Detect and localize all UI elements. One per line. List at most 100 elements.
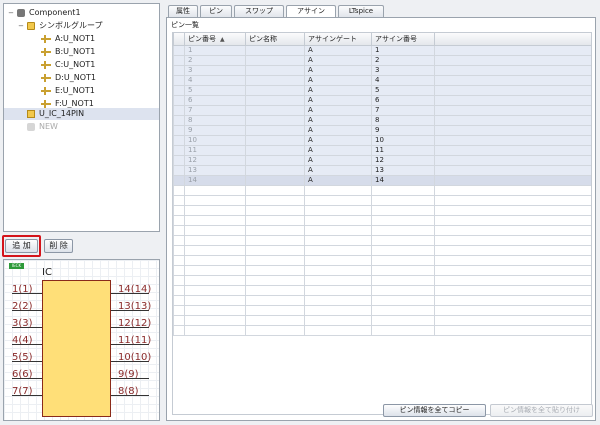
assign-number-cell[interactable]: 14 — [371, 174, 435, 186]
tree-item-gate-e[interactable]: E:U_NOT1 — [41, 85, 95, 97]
row-selector[interactable] — [173, 144, 185, 156]
pin-number-cell[interactable]: 2 — [184, 54, 246, 66]
pin-grid[interactable]: ピン番号 ▲ ピン名称 アサインゲート アサイン番号 1A12A23A34A45A… — [172, 32, 592, 415]
copy-all-pins-button[interactable]: ピン情報を全てコピー — [383, 404, 486, 417]
pin-name-cell[interactable] — [245, 54, 305, 66]
column-header-assign-gate[interactable]: アサインゲート — [304, 33, 372, 46]
tree-item-gate-b[interactable]: B:U_NOT1 — [41, 46, 95, 58]
tab-swap[interactable]: スワップ — [234, 5, 284, 17]
row-selector[interactable] — [173, 74, 185, 86]
column-header-assign-number[interactable]: アサイン番号 — [371, 33, 435, 46]
pin-number-cell[interactable]: 11 — [184, 144, 246, 156]
table-row[interactable]: 11 A 11 — [173, 144, 591, 156]
assign-number-cell[interactable]: 2 — [371, 54, 435, 66]
assign-gate-cell[interactable]: A — [304, 124, 372, 136]
component-tree[interactable]: − Component1 − シンボルグループ A:U_NOT1 B:U_NOT… — [3, 3, 160, 232]
paste-all-pins-button[interactable]: ピン情報を全て貼り付け — [490, 404, 593, 417]
assign-gate-cell[interactable]: A — [304, 174, 372, 186]
table-row[interactable]: 3A3 — [173, 64, 591, 76]
assign-gate-cell[interactable]: A — [304, 164, 372, 176]
delete-button[interactable]: 削 除 — [44, 239, 73, 253]
pin-name-cell[interactable] — [245, 74, 305, 86]
tree-item-component[interactable]: − Component1 — [7, 7, 81, 19]
pin-number-cell[interactable]: 4 — [184, 74, 246, 86]
pin-name-cell[interactable] — [245, 64, 305, 76]
table-row[interactable]: 2A2 — [173, 54, 591, 66]
row-selector[interactable] — [173, 104, 185, 116]
pin-number-cell[interactable]: 5 — [184, 84, 246, 96]
tab-ltspice[interactable]: LTspice — [338, 5, 384, 17]
pin-name-cell[interactable] — [245, 114, 305, 126]
assign-gate-cell[interactable]: A — [304, 44, 372, 56]
assign-gate-cell[interactable]: A — [304, 134, 372, 146]
row-selector[interactable] — [173, 94, 185, 106]
collapse-icon[interactable]: − — [17, 22, 25, 30]
assign-number-cell[interactable]: 12 — [371, 154, 435, 166]
assign-gate-cell[interactable]: A — [304, 114, 372, 126]
table-row[interactable]: 14 A 14 — [173, 174, 591, 186]
assign-number-cell[interactable]: 5 — [371, 84, 435, 96]
pin-number-cell[interactable]: 1 — [184, 44, 246, 56]
row-selector[interactable] — [173, 54, 185, 66]
assign-gate-cell[interactable]: A — [304, 64, 372, 76]
table-row[interactable]: 5A5 — [173, 84, 591, 96]
pin-name-cell[interactable] — [245, 94, 305, 106]
pin-name-cell[interactable] — [245, 124, 305, 136]
pin-number-cell[interactable]: 8 — [184, 114, 246, 126]
assign-gate-cell[interactable]: A — [304, 154, 372, 166]
row-selector[interactable] — [173, 174, 185, 186]
assign-number-cell[interactable]: 6 — [371, 94, 435, 106]
pin-number-cell[interactable]: 10 — [184, 134, 246, 146]
assign-number-cell[interactable]: 8 — [371, 114, 435, 126]
row-selector[interactable] — [173, 64, 185, 76]
row-selector[interactable] — [173, 114, 185, 126]
table-row[interactable]: 12 A 12 — [173, 154, 591, 166]
row-selector[interactable] — [173, 84, 185, 96]
assign-gate-cell[interactable]: A — [304, 74, 372, 86]
assign-number-cell[interactable]: 10 — [371, 134, 435, 146]
pin-name-cell[interactable] — [245, 164, 305, 176]
tree-item-ic[interactable]: U_IC_14PIN — [4, 108, 159, 120]
assign-number-cell[interactable]: 13 — [371, 164, 435, 176]
assign-number-cell[interactable]: 7 — [371, 104, 435, 116]
collapse-icon[interactable]: − — [7, 9, 15, 17]
pin-number-cell[interactable]: 3 — [184, 64, 246, 76]
pin-number-cell[interactable]: 14 — [184, 174, 246, 186]
table-row[interactable]: 6A6 — [173, 94, 591, 106]
table-row[interactable]: 9A9 — [173, 124, 591, 136]
add-button[interactable]: 追 加 — [5, 239, 38, 253]
table-row[interactable]: 10 A 10 — [173, 134, 591, 146]
tree-item-new[interactable]: NEW — [27, 121, 58, 133]
tree-item-gate-d[interactable]: D:U_NOT1 — [41, 72, 96, 84]
pin-name-cell[interactable] — [245, 84, 305, 96]
assign-gate-cell[interactable]: A — [304, 104, 372, 116]
tree-item-gate-a[interactable]: A:U_NOT1 — [41, 33, 95, 45]
pin-name-cell[interactable] — [245, 44, 305, 56]
column-header-pin-number[interactable]: ピン番号 ▲ — [184, 33, 246, 46]
pin-number-cell[interactable]: 7 — [184, 104, 246, 116]
pin-number-cell[interactable]: 13 — [184, 164, 246, 176]
row-selector[interactable] — [173, 134, 185, 146]
table-row[interactable]: 8A8 — [173, 114, 591, 126]
table-row[interactable]: 4A4 — [173, 74, 591, 86]
table-row[interactable]: 1A1 — [173, 44, 591, 56]
row-selector[interactable] — [173, 154, 185, 166]
assign-number-cell[interactable]: 1 — [371, 44, 435, 56]
pin-name-cell[interactable] — [245, 154, 305, 166]
tab-attributes[interactable]: 属性 — [168, 5, 198, 17]
assign-gate-cell[interactable]: A — [304, 54, 372, 66]
tree-item-gate-c[interactable]: C:U_NOT1 — [41, 59, 95, 71]
pin-name-cell[interactable] — [245, 134, 305, 146]
assign-gate-cell[interactable]: A — [304, 94, 372, 106]
pin-name-cell[interactable] — [245, 174, 305, 186]
pin-name-cell[interactable] — [245, 104, 305, 116]
table-row[interactable]: 13 A 13 — [173, 164, 591, 176]
column-header-pin-name[interactable]: ピン名称 — [245, 33, 305, 46]
row-selector[interactable] — [173, 44, 185, 56]
assign-number-cell[interactable]: 11 — [371, 144, 435, 156]
assign-gate-cell[interactable]: A — [304, 84, 372, 96]
row-selector[interactable] — [173, 164, 185, 176]
assign-number-cell[interactable]: 3 — [371, 64, 435, 76]
tab-pins[interactable]: ピン — [200, 5, 232, 17]
pin-number-cell[interactable]: 12 — [184, 154, 246, 166]
